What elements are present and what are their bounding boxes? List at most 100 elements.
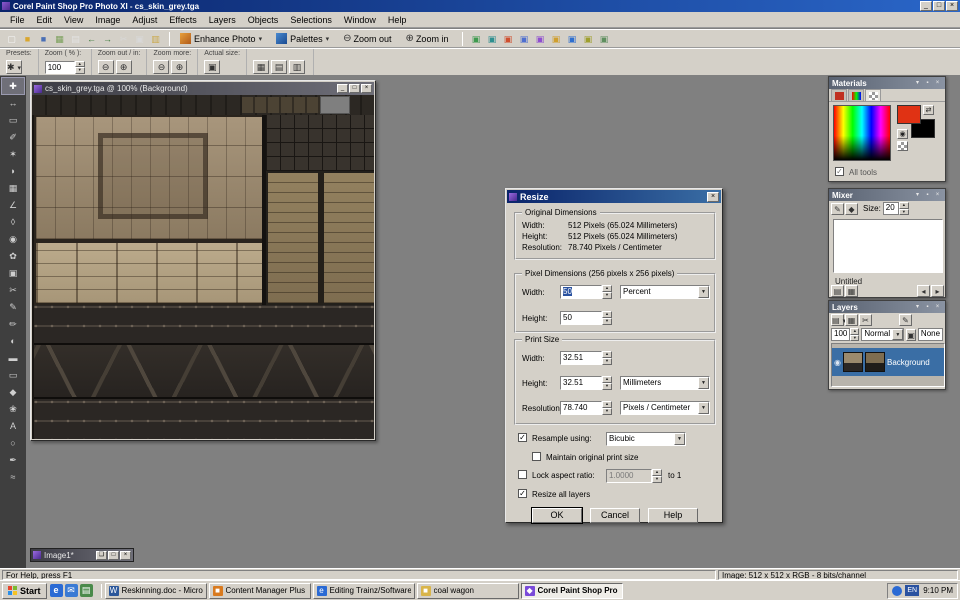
close-icon[interactable]: × — [933, 303, 942, 312]
zoom-out-button[interactable]: ⊖ Zoom out — [338, 31, 396, 47]
all-tools-checkbox[interactable] — [835, 167, 844, 176]
materials-rainbow-tab[interactable] — [848, 89, 864, 101]
zoom-more-out-button[interactable]: ⊖ — [153, 60, 169, 74]
mixer-titlebar[interactable]: Mixer ▾ ▪ × — [829, 189, 945, 201]
visibility-eye-icon[interactable]: ◉ — [834, 358, 841, 367]
zoom-in-button[interactable]: ⊕ Zoom in — [401, 31, 454, 47]
color-picker-rainbow[interactable] — [833, 105, 891, 161]
spin-down-icon[interactable] — [602, 358, 612, 365]
new-mask-icon[interactable]: ▦ — [845, 314, 858, 326]
materials-titlebar[interactable]: Materials ▾ ▪ × — [829, 77, 945, 89]
zoom-more-in-button[interactable]: ⊕ — [171, 60, 187, 74]
task-reskinning-doc[interactable]: WReskinning.doc - Microso... — [105, 583, 207, 599]
pushpin-icon[interactable]: ▪ — [923, 79, 932, 88]
move-tool[interactable]: ↔ — [2, 95, 24, 111]
swap-colors-icon[interactable]: ⇄ — [923, 105, 934, 115]
enhance-photo-button[interactable]: Enhance Photo — [175, 31, 267, 47]
browser-palette-icon[interactable]: ▣ — [484, 32, 499, 46]
resize-close-icon[interactable]: × — [707, 192, 719, 202]
crop-tool[interactable]: ▦ — [2, 180, 24, 196]
spin-down-icon[interactable] — [899, 209, 909, 216]
spin-up-icon[interactable] — [652, 469, 662, 476]
browse-icon[interactable]: ▦ — [52, 32, 67, 46]
zoom-percent-input[interactable] — [45, 61, 75, 74]
mixer-new-page-icon[interactable]: ▤ — [831, 285, 844, 297]
maintain-print-size-checkbox[interactable] — [532, 452, 541, 461]
distribute-icon[interactable]: ▥ — [289, 60, 305, 74]
close-icon[interactable]: × — [933, 79, 942, 88]
print-icon[interactable]: ▤ — [68, 32, 83, 46]
menu-file[interactable]: File — [4, 14, 31, 26]
copy-icon[interactable]: ▣ — [132, 32, 147, 46]
scratch-remover-tool[interactable]: ✂ — [2, 282, 24, 298]
blend-mode-dropdown[interactable]: Normal — [862, 329, 892, 340]
internet-explorer-icon[interactable]: e — [50, 584, 63, 597]
menu-image[interactable]: Image — [89, 14, 126, 26]
maximize-icon[interactable]: □ — [933, 1, 945, 11]
help-button[interactable]: Help — [648, 508, 698, 523]
menu-window[interactable]: Window — [338, 14, 382, 26]
airbrush-tool[interactable]: ✏ — [2, 316, 24, 332]
mixer-next-icon[interactable]: ▸ — [931, 285, 944, 297]
materials-swatches-tab[interactable] — [865, 89, 881, 101]
text-tool[interactable]: A — [2, 418, 24, 434]
makeover-tool[interactable]: ✿ — [2, 248, 24, 264]
menu-help[interactable]: Help — [382, 14, 413, 26]
cut-icon[interactable]: ✂ — [116, 32, 131, 46]
panel-menu-icon[interactable]: ▾ — [913, 79, 922, 88]
open-icon[interactable]: ■ — [20, 32, 35, 46]
pixel-width-spinner[interactable]: 50 — [560, 285, 612, 299]
spin-down-icon[interactable] — [602, 408, 612, 415]
task-content-manager[interactable]: ■Content Manager Plus — [209, 583, 311, 599]
resample-dropdown[interactable]: Bicubic — [606, 432, 686, 446]
flood-fill-tool[interactable]: ◆ — [2, 384, 24, 400]
spin-down-icon[interactable] — [652, 476, 662, 483]
image-window-titlebar[interactable]: cs_skin_grey.tga @ 100% (Background) _ □… — [32, 82, 374, 95]
pen-tool[interactable]: ✒ — [2, 452, 24, 468]
palette-knife-icon[interactable]: ◆ — [845, 203, 858, 215]
color-style-icon[interactable]: ◉ — [897, 129, 908, 139]
chevron-down-icon[interactable] — [698, 377, 709, 389]
restore-icon[interactable]: ❏ — [96, 551, 107, 560]
print-resolution-spinner[interactable]: 78.740 — [560, 401, 612, 415]
task-corel-psp[interactable]: ◆Corel Paint Shop Pro ... — [521, 583, 623, 599]
print-unit-dropdown[interactable]: Millimeters — [620, 376, 710, 390]
tray-status-icon[interactable] — [892, 586, 902, 596]
maximize-icon[interactable]: □ — [108, 551, 119, 560]
layers-titlebar[interactable]: Layers ▾ ▪ × — [829, 301, 945, 313]
print-width-spinner[interactable]: 32.51 — [560, 351, 612, 365]
spin-down-icon[interactable] — [602, 318, 612, 325]
chevron-down-icon[interactable] — [892, 329, 903, 340]
spin-up-icon[interactable] — [602, 351, 612, 358]
preset-shapes-tool[interactable]: ○ — [2, 435, 24, 451]
new-layer-icon[interactable]: ▤ — [831, 314, 844, 326]
transparency-toggle-icon[interactable] — [897, 141, 908, 151]
task-editing-trainz[interactable]: eEditing Trainz/Software ... — [313, 583, 415, 599]
straighten-tool[interactable]: ∠ — [2, 197, 24, 213]
menu-effects[interactable]: Effects — [163, 14, 202, 26]
minimize-icon[interactable]: _ — [920, 1, 932, 11]
script-icon[interactable]: ▣ — [580, 32, 595, 46]
magic-wand-tool[interactable]: ✶ — [2, 146, 24, 162]
delete-layer-icon[interactable]: ✂ — [859, 314, 872, 326]
presets-dropdown-button[interactable]: ✱ — [6, 60, 22, 74]
spin-down-icon[interactable] — [602, 383, 612, 390]
spin-up-icon[interactable] — [602, 401, 612, 408]
spin-down-icon[interactable] — [850, 335, 859, 342]
close-icon[interactable]: × — [933, 191, 942, 200]
actual-size-button[interactable]: ▣ — [204, 60, 220, 74]
resolution-unit-dropdown[interactable]: Pixels / Centimeter — [620, 401, 710, 415]
zoom-out-step-button[interactable]: ⊖ — [98, 60, 114, 74]
new-icon[interactable]: ▢ — [4, 32, 19, 46]
spin-up-icon[interactable] — [602, 376, 612, 383]
language-indicator[interactable]: EN — [905, 585, 919, 596]
pixel-unit-dropdown[interactable]: Percent — [620, 285, 710, 299]
zoom-in-step-button[interactable]: ⊕ — [116, 60, 132, 74]
menu-edit[interactable]: Edit — [31, 14, 59, 26]
spin-up-icon[interactable] — [602, 311, 612, 318]
edit-selection-icon[interactable]: ✎ — [899, 314, 912, 326]
freehand-selection-tool[interactable]: ✐ — [2, 129, 24, 145]
layers-palette-icon[interactable]: ▣ — [516, 32, 531, 46]
warp-brush-tool[interactable]: ≈ — [2, 469, 24, 485]
layer-row-background[interactable]: ◉ Background — [832, 348, 944, 376]
